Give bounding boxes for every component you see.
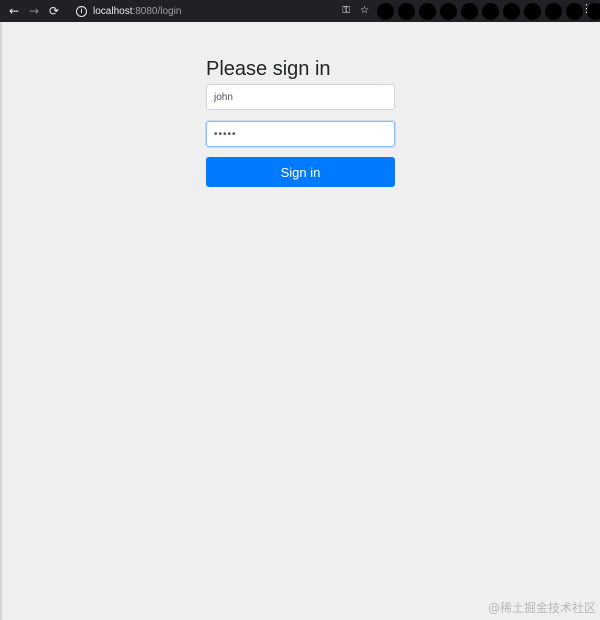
signin-form: Please sign in Sign in [206,56,395,187]
password-input[interactable] [206,121,395,147]
watermark: @稀土掘金技术社区 [487,601,596,615]
extension-icon[interactable] [377,2,394,20]
back-arrow-icon[interactable]: ← [4,1,24,21]
page-title: Please sign in [206,58,331,80]
address-bar[interactable]: i localhost:8080/login ⚿ ☆ [68,2,373,20]
url-path: :8080/login [132,5,182,17]
omnibox-actions: ⚿ ☆ [342,2,369,20]
extension-icon[interactable] [545,2,562,20]
signin-button[interactable]: Sign in [206,157,395,187]
extension-icon[interactable] [524,2,541,20]
extension-icon[interactable] [503,2,520,20]
forward-arrow-icon[interactable]: → [24,1,44,21]
bookmark-star-icon[interactable]: ☆ [360,6,369,16]
key-icon[interactable]: ⚿ [342,6,350,16]
url-host: localhost [93,5,133,17]
page-edge [0,22,2,620]
extension-icon[interactable] [440,2,457,20]
extension-icon[interactable] [482,2,499,20]
username-input[interactable] [206,84,395,110]
site-info-icon[interactable]: i [76,5,87,17]
browser-menu-icon[interactable]: ⋮ [581,3,592,14]
extension-icon[interactable] [419,2,436,20]
extension-icons [377,1,600,21]
extension-icon[interactable] [398,2,415,20]
extension-icon[interactable] [461,2,478,20]
url-text[interactable]: localhost:8080/login [93,6,181,17]
browser-toolbar: ← → ⟳ i localhost:8080/login ⚿ ☆ ⋮ [0,0,600,22]
reload-icon[interactable]: ⟳ [44,1,64,21]
